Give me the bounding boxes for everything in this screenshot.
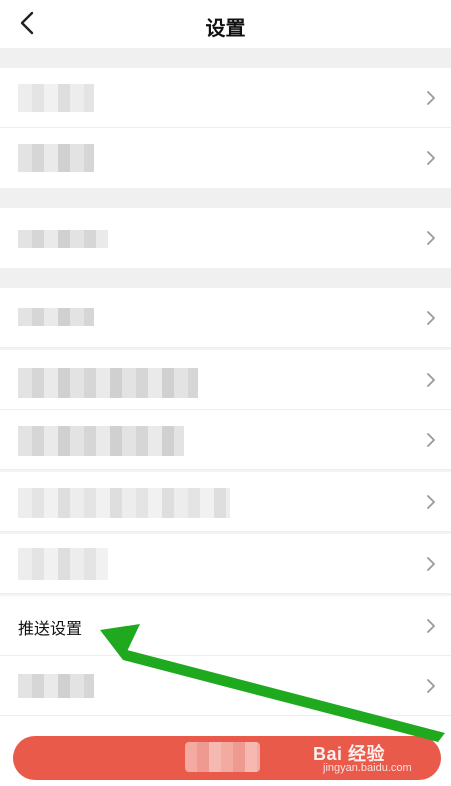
chevron-right-icon	[427, 433, 435, 447]
blurred-row-label	[18, 144, 94, 172]
chevron-right-icon	[427, 373, 435, 387]
watermark-site: jingyan.baidu.com	[323, 762, 412, 774]
chevron-right-icon	[427, 557, 435, 571]
push-settings-label: 推送设置	[18, 619, 83, 638]
chevron-right-icon	[427, 311, 435, 325]
settings-row-5[interactable]	[0, 350, 451, 410]
blurred-button-text	[185, 742, 260, 772]
blurred-row-label	[18, 230, 108, 248]
blurred-row-label	[18, 548, 108, 580]
chevron-right-icon	[427, 151, 435, 165]
settings-row-3[interactable]	[0, 208, 451, 268]
page-title: 设置	[205, 16, 246, 40]
blurred-row-label	[18, 426, 184, 456]
top-navigation-bar: 设置	[0, 0, 451, 48]
settings-row-6[interactable]	[0, 410, 451, 470]
settings-row-10[interactable]	[0, 656, 451, 716]
chevron-right-icon	[427, 495, 435, 509]
settings-row-7[interactable]	[0, 472, 451, 532]
push-settings-row[interactable]: 推送设置	[0, 596, 451, 656]
chevron-right-icon	[427, 619, 435, 633]
chevron-right-icon	[427, 679, 435, 693]
blurred-row-label	[18, 368, 198, 398]
settings-page: 设置 推送设置 Bai 经验 jingyan.baidu.com	[0, 0, 451, 786]
settings-row-8[interactable]	[0, 534, 451, 594]
section-separator	[0, 268, 451, 288]
baidu-jingyan-watermark: Bai 经验 jingyan.baidu.com	[303, 734, 441, 782]
section-separator	[0, 188, 451, 208]
settings-row-1[interactable]	[0, 68, 451, 128]
settings-row-2[interactable]	[0, 128, 451, 188]
blurred-row-label	[18, 308, 94, 326]
blurred-row-label	[18, 488, 230, 518]
settings-row-4[interactable]	[0, 288, 451, 348]
chevron-right-icon	[427, 91, 435, 105]
section-separator	[0, 48, 451, 68]
blurred-row-label	[18, 674, 94, 698]
chevron-right-icon	[427, 231, 435, 245]
blurred-row-label	[18, 84, 94, 112]
